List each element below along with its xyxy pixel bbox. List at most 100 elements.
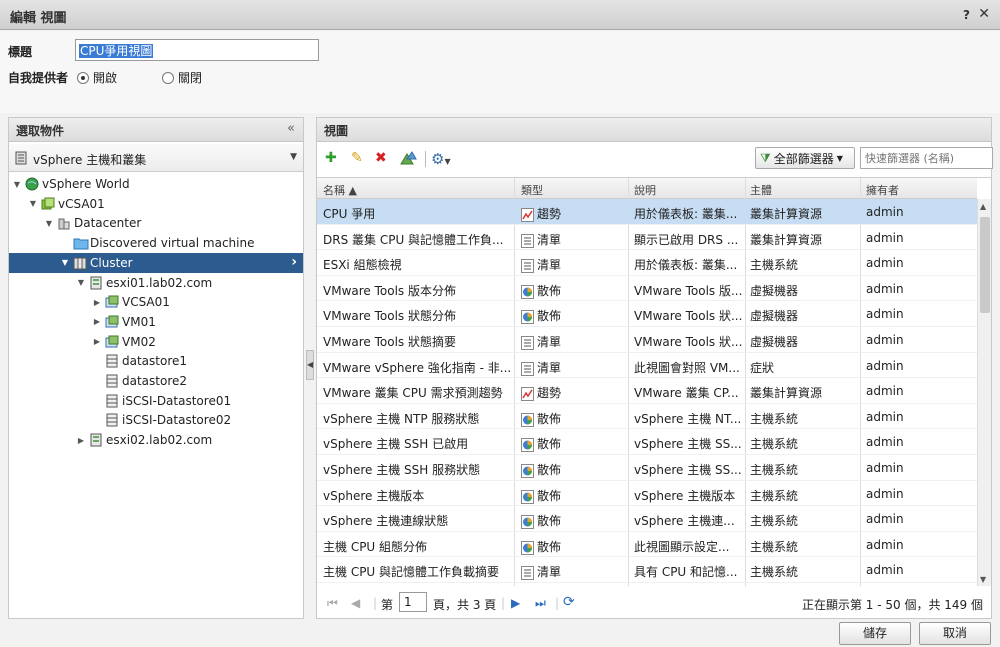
object-selector-dropdown[interactable]: vSphere 主機和叢集 ▼ — [9, 144, 303, 172]
quick-filter-input[interactable] — [860, 147, 993, 169]
cell-subject-text: 虛擬機器 — [750, 309, 799, 324]
cell-owner: admin — [866, 231, 974, 245]
radio-on-indicator — [77, 71, 89, 84]
tree-node[interactable]: Discovered virtual machine — [59, 233, 254, 253]
cell-description-text: vSphere 主機版本 — [634, 488, 736, 503]
cell-subject: 主機系統 — [750, 538, 858, 555]
expanded-twisty-icon[interactable]: ▼ — [11, 180, 23, 189]
tree-node[interactable]: iSCSI-Datastore02 — [91, 410, 231, 430]
all-filters-button[interactable]: ⧩ 全部篩選器 ▼ — [755, 147, 855, 169]
tree-node[interactable]: ▶ esxi02.lab02.com — [75, 430, 212, 450]
tree-node[interactable]: ▼ Datacenter — [43, 213, 141, 233]
table-row[interactable]: VMware 叢集 CPU 需求預測趨勢 趨勢 VMware 叢集 CP... 叢集計… — [317, 378, 977, 404]
table-row[interactable]: DRS 叢集 CPU 與記憶體工作負... 清單 顯示已啟用 DRS ... 叢集計算… — [317, 225, 977, 251]
close-icon[interactable]: ✕ — [978, 6, 990, 22]
expanded-twisty-icon[interactable]: ▼ — [43, 219, 55, 228]
list-icon — [521, 259, 534, 274]
tree-node[interactable]: iSCSI-Datastore01 — [91, 391, 231, 411]
tree-node[interactable]: datastore1 — [91, 351, 187, 371]
column-type[interactable]: 類型 — [521, 182, 543, 198]
scrollbar-thumb[interactable] — [980, 217, 990, 313]
last-page-icon[interactable]: ⏭ — [535, 596, 546, 611]
page-prefix: 第 — [381, 598, 394, 612]
table-row[interactable]: VMware vSphere 強化指南 - 非... 清單 此視圖會對照 VM...… — [317, 353, 977, 379]
tree-node[interactable]: datastore2 — [91, 371, 187, 391]
collapsed-twisty-icon[interactable]: ▶ — [91, 317, 103, 326]
table-row[interactable]: CPU 爭用 趨勢 用於儀表板: 叢集... 叢集計算資源 admin — [317, 199, 977, 225]
save-button[interactable]: 儲存 — [839, 622, 911, 645]
gear-icon[interactable]: ⚙▼ — [431, 150, 451, 168]
collapsed-twisty-icon[interactable]: ▶ — [91, 298, 103, 307]
expanded-twisty-icon[interactable]: ▼ — [59, 258, 71, 267]
expanded-twisty-icon[interactable]: ▼ — [75, 278, 87, 287]
table-row[interactable]: 主機 CPU 與記憶體工作負載摘要 清單 具有 CPU 和記憶... 主機系統 admi… — [317, 557, 977, 583]
tree-node[interactable]: ▼ vCSA01 — [27, 194, 105, 214]
expanded-twisty-icon[interactable]: ▼ — [27, 199, 39, 208]
scroll-down-icon[interactable]: ▼ — [980, 575, 986, 584]
pager-divider: | — [501, 596, 506, 610]
tree-node-label: iSCSI-Datastore01 — [122, 393, 232, 408]
table-row[interactable]: vSphere 主機 SSH 服務狀態 散佈 vSphere 主機 SS... 主機系… — [317, 455, 977, 481]
grid-scrollbar[interactable]: ▲ ▼ — [977, 199, 991, 586]
collapse-icon[interactable]: « — [287, 121, 295, 136]
cell-description: 此視圖會對照 VM... — [634, 359, 742, 376]
tree-node[interactable]: ▼ esxi01.lab02.com — [75, 273, 212, 293]
cell-type: 清單 — [521, 359, 625, 376]
list-icon — [521, 361, 534, 376]
tree-node[interactable]: ▶ VCSA01 — [91, 292, 170, 312]
cell-owner-text: admin — [866, 435, 904, 450]
collapsed-twisty-icon[interactable]: ▶ — [75, 436, 87, 445]
distribution-icon — [521, 310, 534, 325]
cell-name-text: CPU 爭用 — [323, 207, 376, 221]
tree-node[interactable]: ▼ vSphere World — [11, 174, 130, 194]
tree-node[interactable]: ▼ Cluster › — [9, 252, 303, 273]
table-row[interactable]: VMware Tools 狀態分佈 散佈 VMware Tools 狀... 虛擬機器… — [317, 301, 977, 327]
column-name[interactable]: 名稱 ▲ — [323, 182, 357, 198]
first-page-icon[interactable]: ⏮ — [327, 596, 338, 611]
table-row[interactable]: VMware Tools 狀態摘要 清單 VMware Tools 狀... 虛擬機器… — [317, 327, 977, 353]
table-row[interactable]: ESXi 組態檢視 清單 用於儀表板: 叢集... 主機系統 admin — [317, 250, 977, 276]
next-page-icon[interactable]: ▶ — [511, 596, 520, 610]
cell-name: CPU 爭用 — [323, 205, 511, 222]
page-number-input[interactable]: 1 — [399, 592, 427, 612]
column-subject[interactable]: 主體 — [750, 182, 772, 198]
tree-node[interactable]: ▶ VM01 — [91, 312, 156, 332]
edit-icon[interactable]: ✎ — [351, 150, 363, 166]
delete-icon[interactable]: ✖ — [375, 150, 387, 166]
column-description[interactable]: 說明 — [634, 182, 656, 198]
panel-splitter[interactable]: ◀ — [306, 350, 314, 380]
add-icon[interactable]: ✚ — [325, 150, 337, 166]
cell-owner: admin — [866, 487, 974, 501]
title-input[interactable]: CPU爭用視圖 — [75, 39, 319, 61]
table-row[interactable]: 主機 CPU 組態分佈 散佈 此視圖顯示設定... 主機系統 admin — [317, 532, 977, 558]
scroll-up-icon[interactable]: ▲ — [980, 202, 986, 211]
table-row[interactable]: VMware Tools 版本分佈 散佈 VMware Tools 版... 虛擬機器… — [317, 276, 977, 302]
cell-subject: 叢集計算資源 — [750, 384, 858, 401]
cell-type: 散佈 — [521, 487, 625, 504]
radio-on[interactable]: 開啟 — [77, 69, 117, 86]
cell-description: vSphere 主機 NT... — [634, 410, 742, 427]
cell-owner: admin — [866, 307, 974, 321]
column-owner[interactable]: 擁有者 — [866, 182, 899, 198]
cell-description: 用於儀表板: 叢集... — [634, 256, 742, 273]
cancel-button[interactable]: 取消 — [919, 622, 991, 645]
refresh-icon[interactable]: ⟳ — [563, 594, 575, 610]
table-row[interactable]: vSphere 主機連線狀態 散佈 vSphere 主機連... 主機系統 admin — [317, 506, 977, 532]
object-selector-value: vSphere 主機和叢集 — [33, 153, 147, 167]
cell-description-text: vSphere 主機 SS... — [634, 437, 742, 452]
cell-type-text: 清單 — [537, 232, 562, 247]
cell-subject: 叢集計算資源 — [750, 205, 858, 222]
prev-page-icon[interactable]: ◀ — [351, 596, 360, 610]
clone-icon[interactable] — [399, 150, 417, 170]
radio-off[interactable]: 關閉 — [162, 69, 202, 86]
table-row[interactable]: vSphere 主機 NTP 服務狀態 散佈 vSphere 主機 NT... 主機系… — [317, 404, 977, 430]
tree-node-label: VM02 — [122, 334, 156, 349]
cell-name-text: vSphere 主機連線狀態 — [323, 514, 449, 529]
tree-node[interactable]: ▶ VM02 — [91, 332, 156, 352]
table-row[interactable]: vSphere 主機 SSH 已啟用 散佈 vSphere 主機 SS... 主機系統… — [317, 429, 977, 455]
views-toolbar: ✚ ✎ ✖ ⚙▼ ⧩ 全部篩選器 ▼ — [317, 143, 993, 173]
table-row[interactable]: vSphere 主機版本 散佈 vSphere 主機版本 主機系統 admin — [317, 481, 977, 507]
collapsed-twisty-icon[interactable]: ▶ — [91, 337, 103, 346]
help-icon[interactable]: ? — [963, 8, 970, 22]
cell-owner-text: admin — [866, 205, 904, 219]
